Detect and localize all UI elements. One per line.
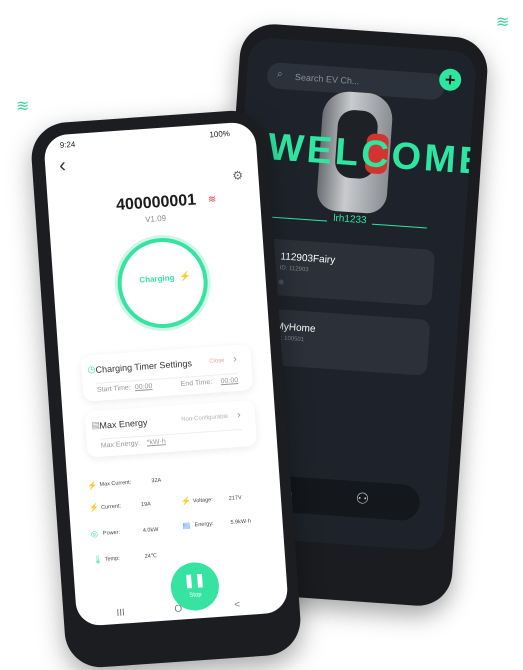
max-current-value: 32A xyxy=(151,477,162,485)
status-dot xyxy=(278,279,284,285)
status-battery: 100% xyxy=(209,128,231,140)
power-label: Power: xyxy=(102,529,121,537)
energy-panel[interactable]: ▤ Max Energy Non-Configurable › Max Ener… xyxy=(84,399,258,458)
front-phone-screen: 9:24 100% ‹ ⚙ 400000001 ≋ V1.09 Charging… xyxy=(43,121,289,627)
max-current-label: Max Current: xyxy=(99,479,132,488)
chevron-right-icon[interactable]: › xyxy=(237,409,242,421)
end-value[interactable]: 00:00 xyxy=(220,377,238,385)
user-name: lrh1233 xyxy=(326,212,373,227)
recent-apps-button[interactable]: III xyxy=(116,607,125,619)
current-label: Current: xyxy=(100,503,122,511)
version: V1.09 xyxy=(144,213,167,225)
user-icon[interactable]: ⚇ xyxy=(355,489,376,510)
gear-icon[interactable]: ⚙ xyxy=(232,168,244,183)
search-icon: ⌕ xyxy=(276,68,284,81)
end-label: End Time: xyxy=(180,378,213,388)
pause-icon: ❚❚ xyxy=(183,571,206,589)
energy-icon: ▤ xyxy=(182,520,191,531)
energy-title: Max Energy xyxy=(99,417,148,431)
voltage-label: Voltage: xyxy=(192,497,214,505)
max-energy-value[interactable]: *kW·h xyxy=(147,438,167,446)
divider xyxy=(96,372,239,384)
temp-value: 24℃ xyxy=(144,553,158,560)
divider xyxy=(100,428,243,440)
current-value: 19A xyxy=(140,501,152,509)
home-button[interactable]: O xyxy=(174,603,183,615)
voltage-value: 217V xyxy=(228,495,242,502)
timer-panel[interactable]: ◷ Charging Timer Settings Close › Start … xyxy=(80,344,254,402)
back-arrow-icon[interactable]: ‹ xyxy=(58,155,66,178)
welcome-title: WELCOME xyxy=(266,126,478,184)
device-card[interactable]: 112903Fairy ID: 112903 xyxy=(261,238,436,306)
stop-label: Stop xyxy=(189,592,202,599)
back-button[interactable]: < xyxy=(234,599,241,610)
power-icon: ◎ xyxy=(90,529,99,539)
temp-label: Temp: xyxy=(104,555,120,563)
device-title: 400000001 xyxy=(115,191,197,215)
energy-label: Energy: xyxy=(194,521,214,529)
start-label: Start Time: xyxy=(96,384,131,394)
timer-toggle[interactable]: Close xyxy=(209,358,225,365)
device-name: 112903Fairy xyxy=(280,251,336,267)
power-value: 4.0kW xyxy=(142,526,159,534)
energy-config-link[interactable]: Non-Configurable xyxy=(181,414,228,423)
wifi-icon: ≋ xyxy=(16,98,30,115)
chevron-right-icon[interactable]: › xyxy=(233,353,238,365)
max-energy-label: Max Energy: xyxy=(100,439,141,450)
current-icon: ⚡ xyxy=(87,481,98,491)
lightning-icon: ⚡ xyxy=(178,271,191,282)
wifi-icon: ≋ xyxy=(207,194,217,206)
timer-title: Charging Timer Settings xyxy=(95,358,193,375)
temp-icon: 🌡 xyxy=(92,554,104,565)
device-card[interactable]: MyHome ID: 100501 xyxy=(256,308,431,376)
add-device-button[interactable]: + xyxy=(438,68,462,92)
energy-value: 5.9kW·h xyxy=(230,518,252,526)
device-id: ID: 112903 xyxy=(279,265,309,274)
wifi-icon: ≋ xyxy=(496,14,510,31)
voltage-icon: ⚡ xyxy=(180,496,192,507)
device-name: MyHome xyxy=(275,321,316,335)
status-time: 9:24 xyxy=(59,139,76,150)
start-value[interactable]: 00:00 xyxy=(135,383,153,391)
current-icon: ⚡ xyxy=(88,503,100,513)
